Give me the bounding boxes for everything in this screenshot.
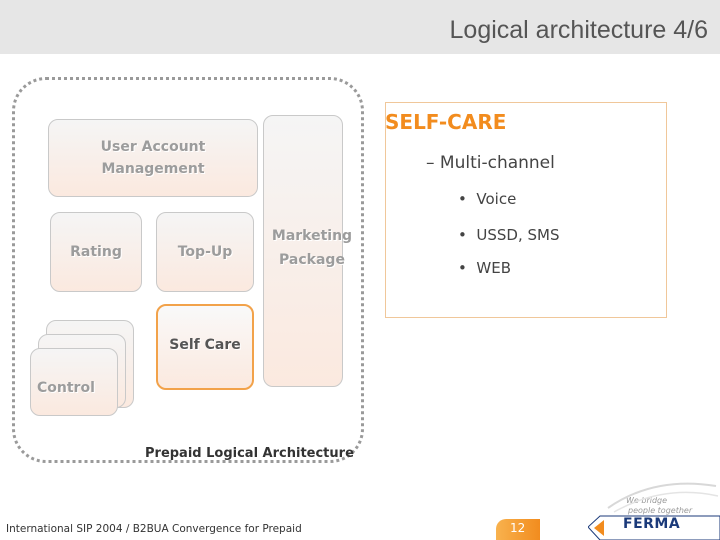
control-label: Control [37, 380, 95, 396]
bullet-multi-channel: – Multi-channel [426, 153, 555, 173]
bullet-ussd-sms: • USSD, SMS [458, 226, 559, 244]
user-account-management-box: User Account Management [48, 119, 258, 197]
top-up-label: Top-Up [177, 244, 233, 260]
bullet-dot: • [458, 226, 477, 244]
self-care-heading: SELF-CARE [385, 110, 507, 134]
marketing-package-label: Marketing Package [271, 228, 353, 268]
diagram-caption: Prepaid Logical Architecture [145, 446, 354, 461]
bullet-dot: • [458, 190, 477, 208]
rating-box: Rating [50, 212, 142, 292]
bullet-web: • WEB [458, 259, 511, 277]
bullet-ussd-sms-label: USSD, SMS [476, 226, 560, 244]
control-box: Control [30, 348, 118, 416]
user-account-management-label: User Account Management [100, 139, 206, 177]
self-care-label: Self Care [169, 337, 241, 353]
footer-text: International SIP 2004 / B2BUA Convergen… [6, 523, 302, 535]
bullet-dot: • [458, 259, 477, 277]
bullet-voice-label: Voice [476, 190, 517, 208]
rating-label: Rating [70, 244, 122, 260]
top-up-box: Top-Up [156, 212, 254, 292]
self-care-panel [385, 102, 667, 318]
bullet-web-label: WEB [476, 259, 511, 277]
page-title: Logical architecture 4/6 [449, 16, 708, 44]
swoosh-graphic [607, 482, 719, 513]
ferma-logo-text: FERMA [623, 516, 681, 532]
bullet-voice: • Voice [458, 190, 516, 208]
self-care-box: Self Care [156, 304, 254, 390]
page-number: 12 [510, 521, 526, 535]
